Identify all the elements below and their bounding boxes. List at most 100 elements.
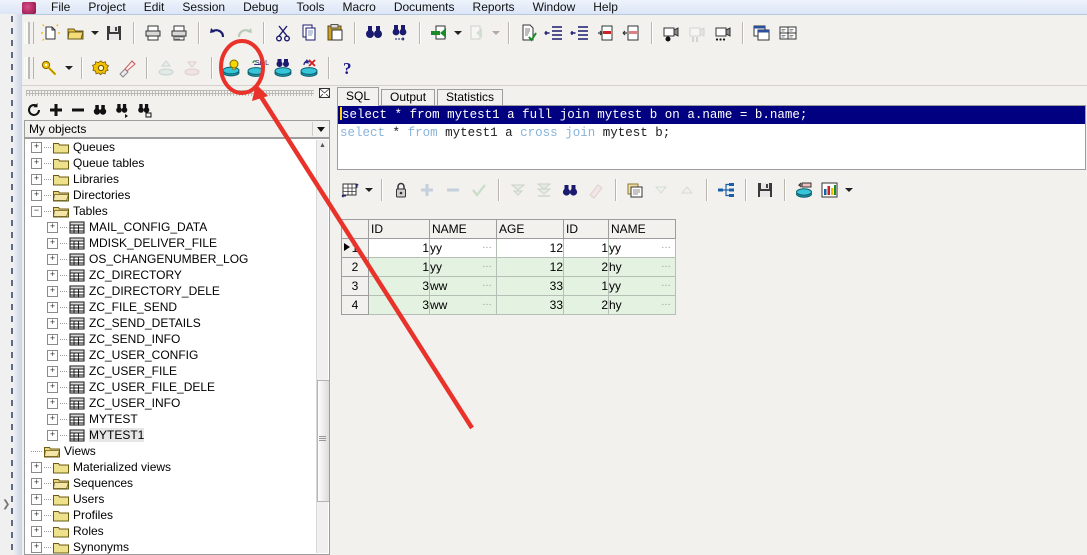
grid-cell[interactable]: 2 xyxy=(563,295,609,315)
grid-cell[interactable]: 12 xyxy=(496,238,564,258)
tree-expand-icon[interactable]: + xyxy=(47,253,58,265)
print-button[interactable] xyxy=(140,20,166,46)
print-preview-button[interactable] xyxy=(166,20,192,46)
tree-collapse-icon[interactable]: − xyxy=(31,205,42,217)
grid-cell[interactable]: 3 xyxy=(368,276,430,296)
tree-item[interactable]: + ZC_DIRECTORY xyxy=(25,267,317,283)
tree-expand-icon[interactable]: + xyxy=(47,221,58,233)
sql-window-button[interactable]: SQL xyxy=(244,55,270,81)
grid-column-header[interactable]: NAME xyxy=(429,219,497,239)
tree-expand-icon[interactable]: + xyxy=(47,237,58,249)
windows-button[interactable] xyxy=(749,20,775,46)
uncomment-button[interactable] xyxy=(619,20,645,46)
grid-export-button[interactable] xyxy=(752,177,778,203)
editor-line[interactable]: select * from mytest1 a full join mytest… xyxy=(338,106,1085,124)
undo-button[interactable] xyxy=(205,20,231,46)
tree-expand-icon[interactable]: + xyxy=(47,381,58,393)
cell-editor-ellipsis-icon[interactable]: … xyxy=(661,259,672,270)
cell-editor-ellipsis-icon[interactable]: … xyxy=(661,297,672,308)
tree-item[interactable]: Views xyxy=(25,443,317,459)
menu-item-debug[interactable]: Debug xyxy=(234,1,287,14)
browser-close-icon[interactable] xyxy=(318,87,331,99)
tree-item[interactable]: + ZC_DIRECTORY_DELE xyxy=(25,283,317,299)
grid-cell[interactable]: hy… xyxy=(608,295,676,315)
grid-column-header[interactable]: AGE xyxy=(496,219,564,239)
scrollbar-thumb[interactable] xyxy=(317,380,329,502)
object-filter-select[interactable]: My objects xyxy=(24,120,330,138)
record-macro-button[interactable] xyxy=(658,20,684,46)
tree-item[interactable]: + Synonyms xyxy=(25,539,317,554)
scroll-up-arrow-icon[interactable]: ▲ xyxy=(317,140,328,151)
collapse-button[interactable] xyxy=(68,101,88,118)
settings-button[interactable] xyxy=(88,55,114,81)
grid-chart-dropdown[interactable] xyxy=(843,177,855,203)
grid-row-header[interactable]: 1 xyxy=(341,238,369,258)
tree-expand-icon[interactable]: + xyxy=(31,157,42,169)
copy-button[interactable] xyxy=(296,20,322,46)
tree-item[interactable]: + MDISK_DELIVER_FILE xyxy=(25,235,317,251)
tree-item[interactable]: + ZC_USER_FILE xyxy=(25,363,317,379)
tree-expand-icon[interactable]: + xyxy=(47,429,58,441)
tree-item[interactable]: + MAIL_CONFIG_DATA xyxy=(25,219,317,235)
menu-item-project[interactable]: Project xyxy=(79,1,134,14)
cell-editor-ellipsis-icon[interactable]: … xyxy=(482,240,493,251)
grid-column-header[interactable]: ID xyxy=(563,219,609,239)
save-button[interactable] xyxy=(101,20,127,46)
grid-layout-dropdown[interactable] xyxy=(363,177,375,203)
tree-item[interactable]: + Profiles xyxy=(25,507,317,523)
cell-editor-ellipsis-icon[interactable]: … xyxy=(661,278,672,289)
table-row[interactable]: 4 3 ww… 33 2 hy… xyxy=(341,295,676,315)
tree-expand-icon[interactable]: + xyxy=(47,349,58,361)
tree-vertical-scrollbar[interactable]: ▲ xyxy=(316,140,329,553)
grid-cell[interactable]: 2 xyxy=(563,257,609,277)
table-row[interactable]: 2 1 yy… 12 2 hy… xyxy=(341,257,676,277)
menu-item-edit[interactable]: Edit xyxy=(135,1,174,14)
menu-item-macro[interactable]: Macro xyxy=(333,1,384,14)
execute-dropdown[interactable] xyxy=(452,20,464,46)
tree-item[interactable]: + Directories xyxy=(25,187,317,203)
grid-column-header[interactable]: ID xyxy=(368,219,430,239)
tree-expand-icon[interactable]: + xyxy=(31,509,42,521)
grid-cell[interactable]: 3 xyxy=(368,295,430,315)
tree-item[interactable]: + ZC_USER_CONFIG xyxy=(25,347,317,363)
syntax-check-button[interactable] xyxy=(515,20,541,46)
tree-expand-icon[interactable]: + xyxy=(31,525,42,537)
grid-cell[interactable]: 1 xyxy=(563,238,609,258)
menu-item-session[interactable]: Session xyxy=(173,1,234,14)
refresh-button[interactable] xyxy=(24,101,44,118)
grid-cell[interactable]: yy… xyxy=(608,238,676,258)
grid-row-header[interactable]: 4 xyxy=(341,295,369,315)
sql-editor[interactable]: select * from mytest1 a full join mytest… xyxy=(337,105,1086,170)
grid-cell[interactable]: 1 xyxy=(368,238,430,258)
tree-item[interactable]: + ZC_USER_FILE_DELE xyxy=(25,379,317,395)
menu-item-help[interactable]: Help xyxy=(584,1,627,14)
tree-item[interactable]: + Users xyxy=(25,491,317,507)
tree-expand-icon[interactable]: + xyxy=(47,397,58,409)
grid-cell[interactable]: 33 xyxy=(496,295,564,315)
tree-item[interactable]: + Roles xyxy=(25,523,317,539)
new-button[interactable] xyxy=(37,20,63,46)
menu-item-tools[interactable]: Tools xyxy=(287,1,333,14)
db-find-button[interactable] xyxy=(270,55,296,81)
tree-expand-icon[interactable]: + xyxy=(31,541,42,553)
grid-cell[interactable]: 33 xyxy=(496,276,564,296)
grid-cell[interactable]: yy… xyxy=(429,257,497,277)
tree-item[interactable]: − Tables xyxy=(25,203,317,219)
menu-item-documents[interactable]: Documents xyxy=(385,1,464,14)
tree-expand-icon[interactable]: + xyxy=(47,333,58,345)
tree-expand-icon[interactable]: + xyxy=(31,189,42,201)
brush-button[interactable] xyxy=(114,55,140,81)
tile-button[interactable] xyxy=(775,20,801,46)
browser-caption-bar[interactable] xyxy=(22,86,334,100)
tree-item[interactable]: + ZC_FILE_SEND xyxy=(25,299,317,315)
grid-corner-cell[interactable] xyxy=(341,219,369,239)
grid-cell[interactable]: hy… xyxy=(608,257,676,277)
browser-find-button[interactable] xyxy=(90,101,110,118)
key-dropdown[interactable] xyxy=(63,55,75,81)
tab-output[interactable]: Output xyxy=(381,89,436,106)
menu-item-file[interactable]: File xyxy=(42,1,79,14)
menu-item-window[interactable]: Window xyxy=(524,1,585,14)
tree-expand-icon[interactable]: + xyxy=(47,269,58,281)
tree-item[interactable]: + Libraries xyxy=(25,171,317,187)
outdent-button[interactable] xyxy=(567,20,593,46)
